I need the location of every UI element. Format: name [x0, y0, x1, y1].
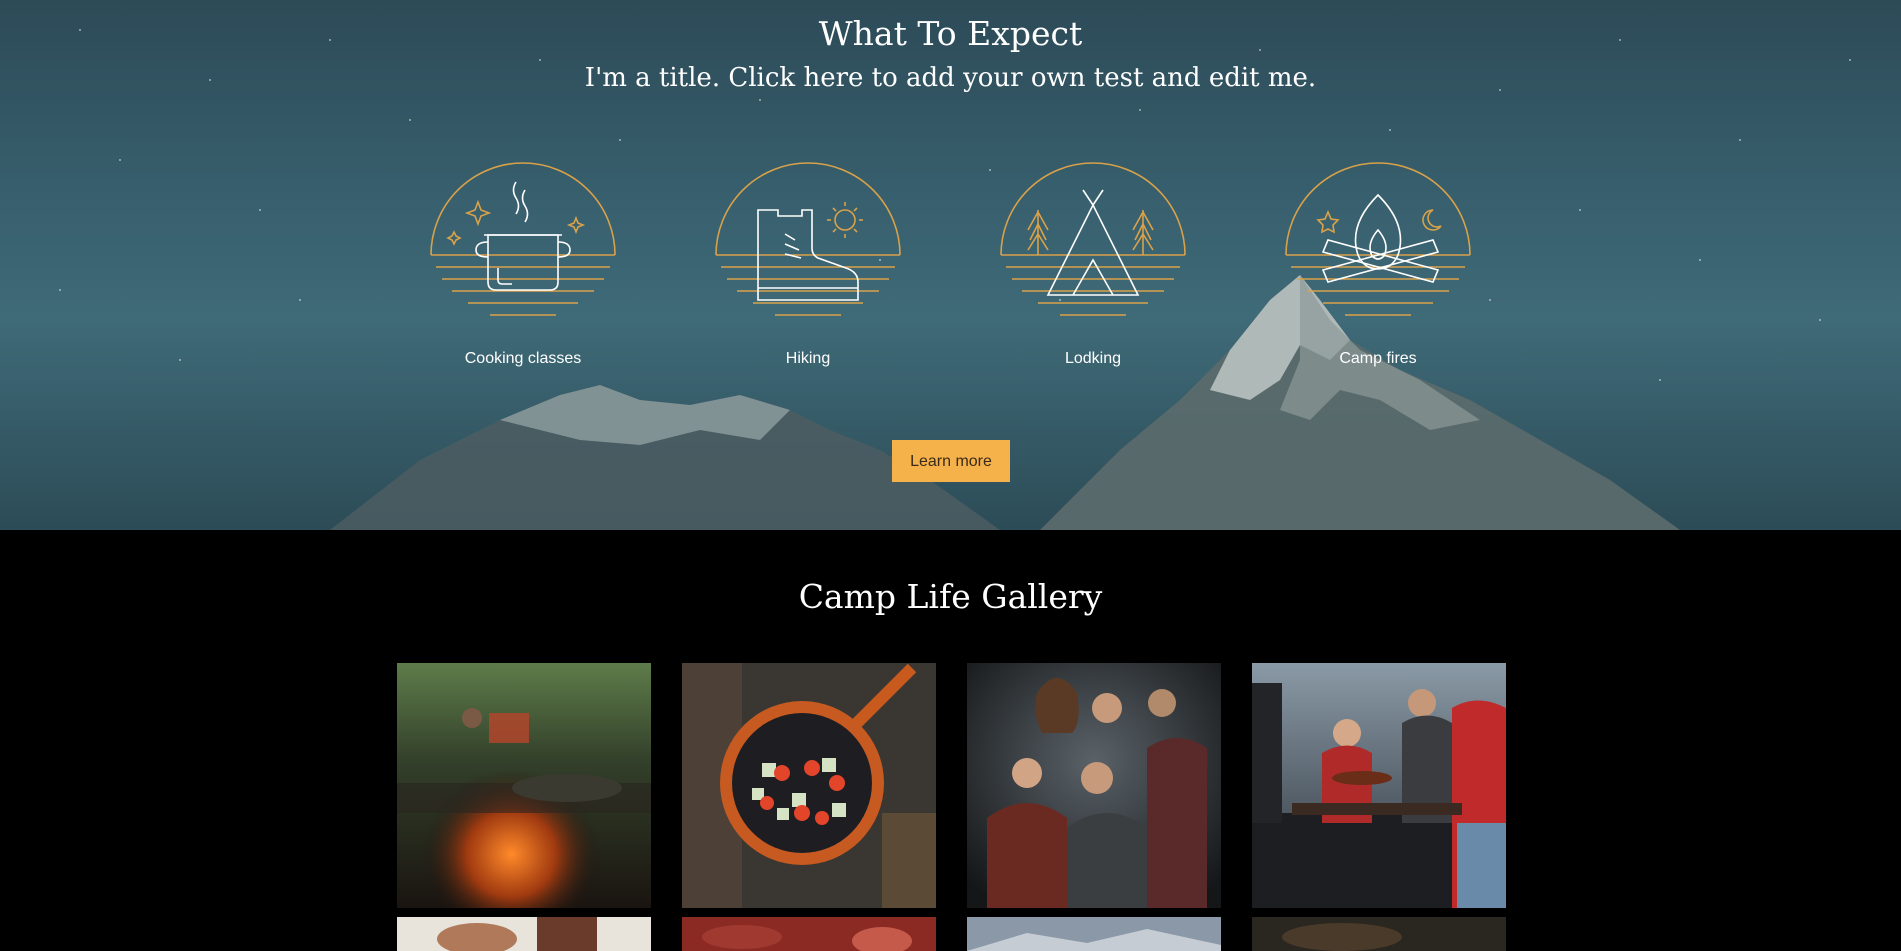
- hiking-boot-icon: [715, 162, 901, 316]
- gallery-photo-red-food[interactable]: [682, 917, 936, 951]
- hero-section: What To Expect I'm a title. Click here t…: [0, 0, 1901, 530]
- friends-around-fire-photo: [967, 663, 1221, 908]
- mountain-sky-photo: [967, 917, 1221, 951]
- gallery-photo-dark-scene[interactable]: [1252, 917, 1506, 951]
- hands-photo: [397, 917, 651, 951]
- feature-hiking: Hiking: [713, 160, 903, 368]
- dark-scene-photo: [1252, 917, 1506, 951]
- gallery-photo-friends-around-fire[interactable]: [967, 663, 1221, 908]
- tent-icon: [1000, 162, 1186, 316]
- campfire-icon: [1285, 162, 1471, 316]
- barbecue-grill-photo: [1252, 663, 1506, 908]
- gallery-photo-skillet-vegetables[interactable]: [682, 663, 936, 908]
- learn-more-button[interactable]: Learn more: [892, 440, 1010, 482]
- campfire-grill-photo: [397, 663, 651, 908]
- feature-label: Camp fires: [1339, 350, 1417, 367]
- gallery-photo-mountain-sky[interactable]: [967, 917, 1221, 951]
- feature-label: Cooking classes: [464, 350, 582, 367]
- feature-cooking-classes: Cooking classes: [428, 160, 618, 368]
- gallery-photo-hands[interactable]: [397, 917, 651, 951]
- hero-title: What To Expect: [818, 14, 1083, 53]
- feature-label: Lodking: [1064, 350, 1122, 367]
- feature-label: Hiking: [785, 350, 831, 367]
- feature-lodging: Lodking: [998, 160, 1188, 368]
- gallery-title: Camp Life Gallery: [798, 577, 1103, 616]
- gallery-photo-barbecue-grill[interactable]: [1252, 663, 1506, 908]
- hero-subtitle[interactable]: I'm a title. Click here to add your own …: [0, 58, 1901, 98]
- red-food-photo: [682, 917, 936, 951]
- skillet-vegetables-photo: [682, 663, 936, 908]
- gallery-photo-campfire-grill[interactable]: [397, 663, 651, 908]
- cooking-pot-icon: [430, 162, 616, 316]
- feature-camp-fires: Camp fires: [1283, 160, 1473, 368]
